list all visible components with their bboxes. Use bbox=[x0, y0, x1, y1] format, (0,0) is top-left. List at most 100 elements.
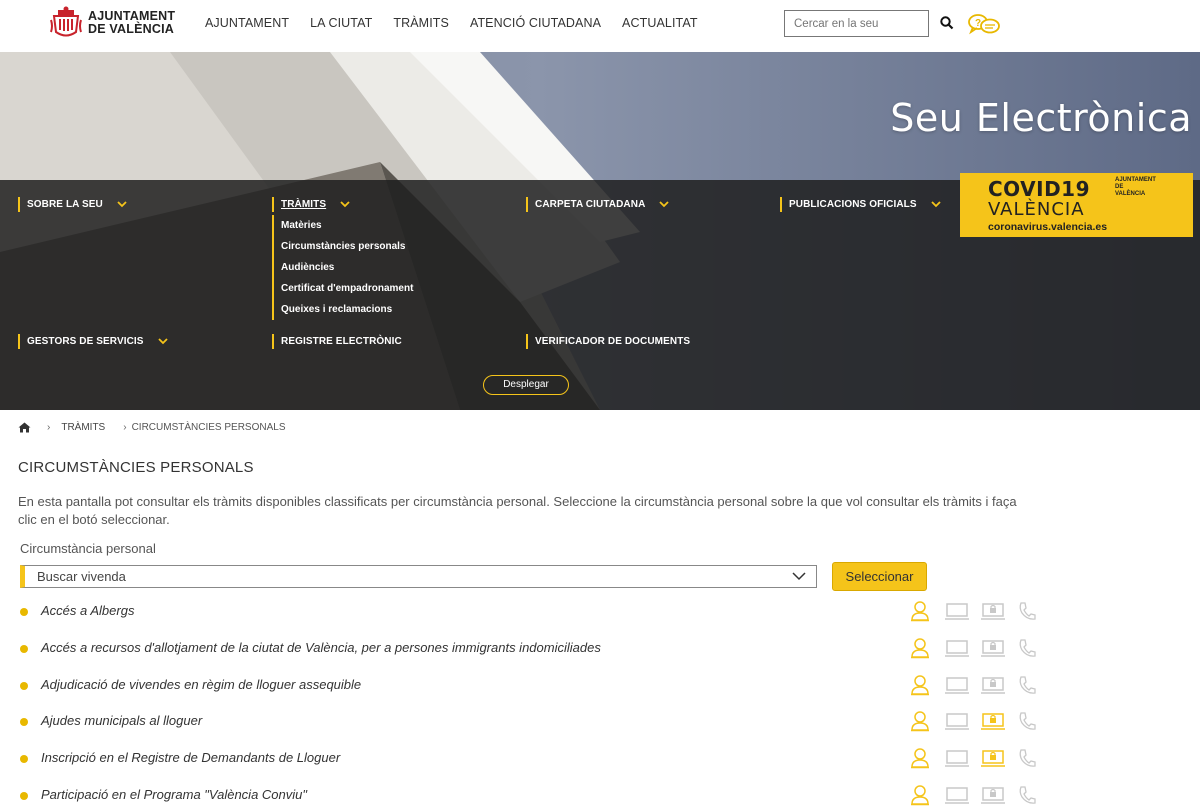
coat-of-arms-icon bbox=[50, 6, 82, 37]
presencial-icon[interactable] bbox=[909, 710, 945, 732]
procedure-title[interactable]: Ajudes municipals al lloguer bbox=[41, 713, 202, 728]
electronic-lock-icon[interactable] bbox=[981, 674, 1017, 696]
select-value: Buscar vivenda bbox=[37, 569, 126, 584]
presencial-icon[interactable] bbox=[909, 747, 945, 769]
channel-icons bbox=[909, 710, 1053, 732]
menu-col-registre: REGISTRE ELECTRÒNIC bbox=[272, 334, 402, 349]
chevron-down-icon bbox=[117, 201, 127, 208]
online-icon[interactable] bbox=[945, 600, 981, 622]
desplegar-button[interactable]: Desplegar bbox=[483, 375, 569, 395]
procedure-title[interactable]: Accés a recursos d'allotjament de la ciu… bbox=[41, 640, 601, 655]
procedure-title[interactable]: Adjudicació de vivendes en règim de llog… bbox=[41, 677, 361, 692]
phone-icon[interactable] bbox=[1017, 747, 1053, 769]
bullet-icon bbox=[20, 718, 28, 727]
procedure-title[interactable]: Participació en el Programa "València Co… bbox=[41, 787, 307, 802]
submenu-certificat[interactable]: Certificat d'empadronament bbox=[281, 278, 413, 299]
circumstance-select[interactable]: Buscar vivenda bbox=[20, 565, 817, 588]
procedure-title[interactable]: Inscripció en el Registre de Demandants … bbox=[41, 750, 340, 765]
online-icon[interactable] bbox=[945, 674, 981, 696]
menu-col-carpeta: CARPETA CIUTADANA bbox=[526, 197, 670, 212]
logo-line2: DE VALÈNCIA bbox=[88, 22, 175, 36]
electronic-lock-icon[interactable] bbox=[981, 600, 1017, 622]
procedure-row[interactable]: Accés a recursos d'allotjament de la ciu… bbox=[18, 637, 1048, 674]
menu-verificador-label: VERIFICADOR DE DOCUMENTS bbox=[535, 336, 691, 347]
menu-publicacions-oficials[interactable]: PUBLICACIONS OFICIALS bbox=[780, 197, 941, 212]
presencial-icon[interactable] bbox=[909, 600, 945, 622]
menu-carpeta-label: CARPETA CIUTADANA bbox=[535, 199, 646, 210]
bullet-icon bbox=[20, 644, 28, 653]
hero-title: Seu Electrònica bbox=[890, 96, 1192, 140]
menu-col-publicacions: PUBLICACIONS OFICIALS bbox=[780, 197, 941, 212]
menu-col-gestors: GESTORS DE SERVICIS bbox=[18, 334, 168, 349]
bullet-icon bbox=[20, 681, 28, 690]
procedure-row[interactable]: Inscripció en el Registre de Demandants … bbox=[18, 747, 1048, 784]
menu-carpeta-ciutadana[interactable]: CARPETA CIUTADANA bbox=[526, 197, 670, 212]
covid-banner[interactable]: COVID19 VALÈNCIA coronavirus.valencia.es… bbox=[960, 173, 1193, 237]
help-chat-icon[interactable]: ? bbox=[966, 12, 1002, 36]
search-icon[interactable] bbox=[939, 15, 955, 31]
procedure-row[interactable]: Accés a Albergs bbox=[18, 600, 1048, 637]
menu-col-sobre: SOBRE LA SEU bbox=[18, 197, 127, 212]
seleccionar-button[interactable]: Seleccionar bbox=[832, 562, 927, 591]
submenu-materies[interactable]: Matèries bbox=[281, 215, 413, 236]
nav-la-ciutat[interactable]: LA CIUTAT bbox=[310, 16, 372, 30]
submenu-queixes[interactable]: Queixes i reclamacions bbox=[281, 299, 413, 320]
menu-publicacions-label: PUBLICACIONS OFICIALS bbox=[789, 199, 917, 210]
covid-city: VALÈNCIA bbox=[988, 199, 1085, 220]
online-icon[interactable] bbox=[945, 784, 981, 806]
menu-gestors-label: GESTORS DE SERVICIS bbox=[27, 336, 144, 347]
electronic-lock-icon[interactable] bbox=[981, 710, 1017, 732]
main-nav: AJUNTAMENT LA CIUTAT TRÀMITS ATENCIÓ CIU… bbox=[205, 16, 719, 30]
menu-gestors-servicis[interactable]: GESTORS DE SERVICIS bbox=[18, 334, 168, 349]
site-logo[interactable]: AJUNTAMENT DE VALÈNCIA bbox=[50, 6, 175, 40]
nav-tramits[interactable]: TRÀMITS bbox=[393, 16, 449, 30]
electronic-lock-icon[interactable] bbox=[981, 637, 1017, 659]
electronic-lock-icon[interactable] bbox=[981, 784, 1017, 806]
channel-icons bbox=[909, 674, 1053, 696]
submenu-audiencies[interactable]: Audiències bbox=[281, 257, 413, 278]
channel-icons bbox=[909, 747, 1053, 769]
top-header: AJUNTAMENT DE VALÈNCIA AJUNTAMENT LA CIU… bbox=[0, 0, 1200, 52]
procedure-row[interactable]: Ajudes municipals al lloguer bbox=[18, 710, 1048, 747]
chevron-down-icon bbox=[157, 338, 168, 345]
menu-registre-electronic[interactable]: REGISTRE ELECTRÒNIC bbox=[272, 334, 402, 349]
phone-icon[interactable] bbox=[1017, 600, 1053, 622]
menu-verificador-documents[interactable]: VERIFICADOR DE DOCUMENTS bbox=[526, 334, 690, 349]
online-icon[interactable] bbox=[945, 710, 981, 732]
procedure-title[interactable]: Accés a Albergs bbox=[41, 603, 134, 618]
chevron-right-icon: › bbox=[47, 422, 51, 433]
menu-col-tramits: TRÀMITS Matèries Circumstàncies personal… bbox=[272, 197, 413, 320]
intro-text: En esta pantalla pot consultar els tràmi… bbox=[18, 494, 1017, 527]
chevron-right-icon: › bbox=[123, 422, 127, 433]
home-icon[interactable] bbox=[18, 422, 31, 433]
nav-atencio-ciutadana[interactable]: ATENCIÓ CIUTADANA bbox=[470, 16, 601, 30]
phone-icon[interactable] bbox=[1017, 674, 1053, 696]
channel-icons bbox=[909, 600, 1053, 622]
online-icon[interactable] bbox=[945, 637, 981, 659]
nav-actualitat[interactable]: ACTUALITAT bbox=[622, 16, 698, 30]
procedure-row[interactable]: Adjudicació de vivendes en règim de llog… bbox=[18, 674, 1048, 711]
electronic-lock-icon[interactable] bbox=[981, 747, 1017, 769]
menu-sobre-la-seu[interactable]: SOBRE LA SEU bbox=[18, 197, 127, 212]
procedure-row[interactable]: Participació en el Programa "València Co… bbox=[18, 784, 1048, 808]
menu-sobre-label: SOBRE LA SEU bbox=[27, 199, 103, 210]
search-input[interactable] bbox=[784, 10, 929, 37]
procedure-list: Accés a Albergs Accés a recursos d'allotj… bbox=[18, 600, 1048, 808]
menu-registre-label: REGISTRE ELECTRÒNIC bbox=[281, 336, 402, 347]
bullet-icon bbox=[20, 755, 28, 764]
phone-icon[interactable] bbox=[1017, 784, 1053, 806]
hero-banner: Seu Electrònica SOBRE LA SEU TRÀMITS Mat… bbox=[0, 52, 1200, 410]
presencial-icon[interactable] bbox=[909, 784, 945, 806]
channel-icons bbox=[909, 784, 1053, 806]
presencial-icon[interactable] bbox=[909, 674, 945, 696]
presencial-icon[interactable] bbox=[909, 637, 945, 659]
nav-ajuntament[interactable]: AJUNTAMENT bbox=[205, 16, 289, 30]
covid-ajuntament-logo: AJUNTAMENT DE VALÈNCIA bbox=[1115, 177, 1156, 197]
menu-tramits[interactable]: TRÀMITS bbox=[272, 197, 413, 212]
chevron-down-icon bbox=[659, 201, 670, 208]
breadcrumb-tramits[interactable]: TRÀMITS bbox=[61, 422, 105, 433]
phone-icon[interactable] bbox=[1017, 637, 1053, 659]
phone-icon[interactable] bbox=[1017, 710, 1053, 732]
online-icon[interactable] bbox=[945, 747, 981, 769]
submenu-circumstancies[interactable]: Circumstàncies personals bbox=[281, 236, 413, 257]
